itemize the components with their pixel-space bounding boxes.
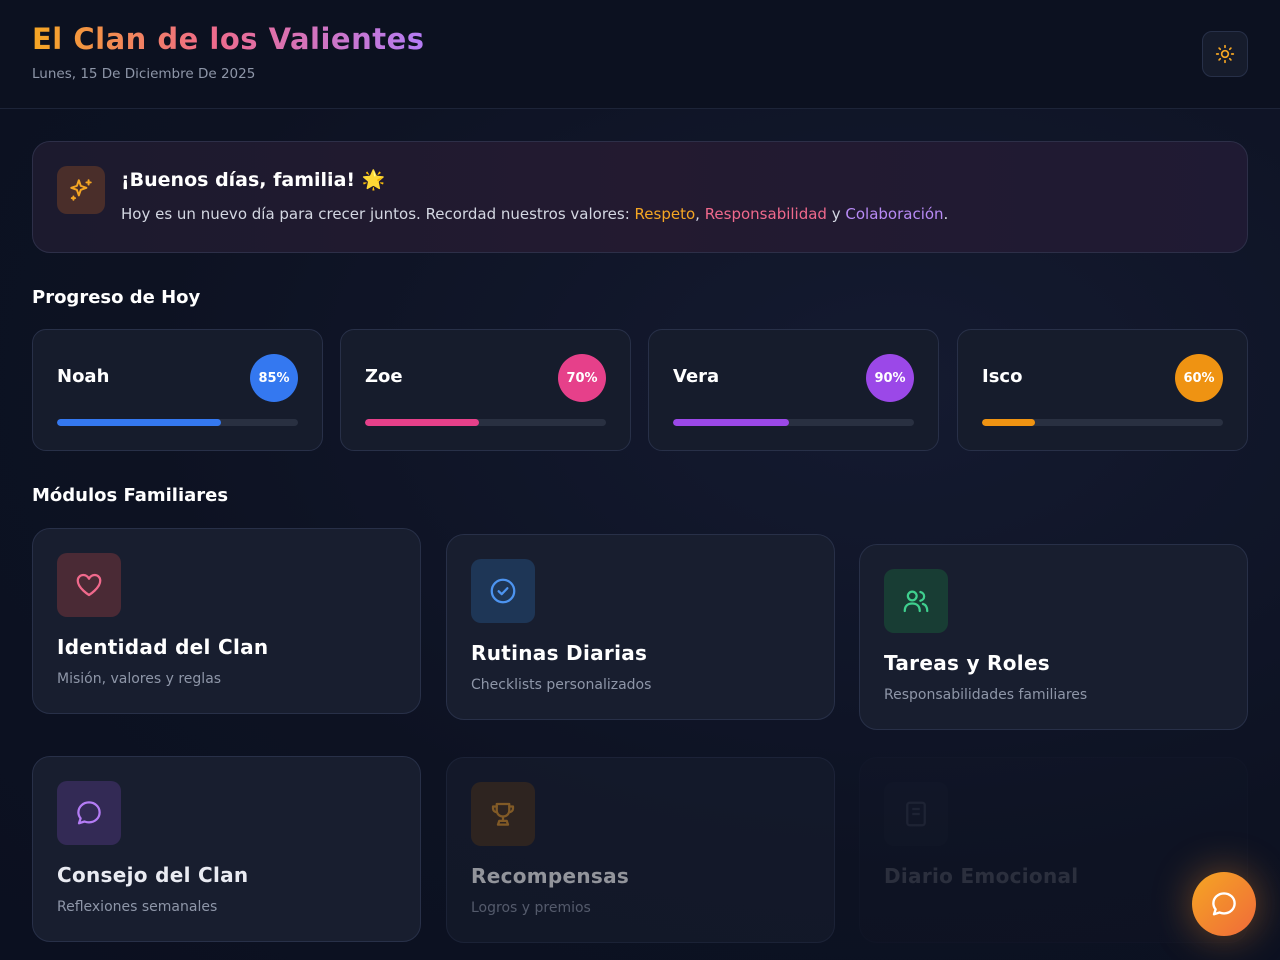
progress-track [673, 419, 914, 426]
module-title: Recompensas [471, 864, 630, 888]
heart-icon [57, 553, 121, 617]
percent-badge: 60% [1175, 354, 1223, 402]
progress-section-title: Progreso de Hoy [32, 287, 201, 308]
module-card-tareas[interactable]: Tareas y Roles Responsabilidades familia… [859, 544, 1248, 730]
app-header: El Clan de los Valientes Lunes, 15 De Di… [0, 0, 1280, 109]
chat-bubble-icon [1212, 892, 1236, 916]
greeting-separator: y [826, 205, 846, 223]
sparkles-icon [57, 166, 105, 214]
module-subtitle: Reflexiones semanales [57, 899, 218, 915]
module-title: Identidad del Clan [57, 635, 269, 659]
progress-card-noah[interactable]: Noah 85% [32, 329, 323, 451]
module-card-identidad[interactable]: Identidad del Clan Misión, valores y reg… [32, 528, 421, 714]
module-title: Rutinas Diarias [471, 641, 648, 665]
value-responsabilidad: Responsabilidad [704, 205, 827, 223]
percent-badge: 85% [250, 354, 298, 402]
module-card-consejo[interactable]: Consejo del Clan Reflexiones semanales [32, 756, 421, 942]
module-subtitle: Logros y premios [471, 900, 591, 916]
progress-card-vera[interactable]: Vera 90% [648, 329, 939, 451]
greeting-banner: ¡Buenos días, familia! 🌟 Hoy es un nuevo… [32, 141, 1248, 253]
greeting-message: Hoy es un nuevo día para crecer juntos. … [121, 205, 948, 223]
journal-icon [884, 782, 948, 846]
progress-track [365, 419, 606, 426]
module-subtitle: Misión, valores y reglas [57, 671, 222, 687]
member-name: Vera [673, 366, 720, 387]
theme-toggle-button[interactable] [1202, 31, 1248, 77]
progress-fill [57, 419, 221, 426]
trophy-icon [471, 782, 535, 846]
modules-section-title: Módulos Familiares [32, 485, 229, 506]
greeting-text: Hoy es un nuevo día para crecer juntos. … [121, 205, 635, 223]
check-circle-icon [471, 559, 535, 623]
chat-fab-button[interactable] [1192, 872, 1256, 936]
percent-badge: 70% [558, 354, 606, 402]
percent-badge: 90% [866, 354, 914, 402]
module-card-rutinas[interactable]: Rutinas Diarias Checklists personalizado… [446, 534, 835, 720]
progress-fill [365, 419, 480, 426]
progress-track [57, 419, 298, 426]
progress-fill [673, 419, 789, 426]
member-name: Noah [57, 366, 110, 387]
current-date: Lunes, 15 De Diciembre De 2025 [32, 66, 256, 82]
progress-track [982, 419, 1223, 426]
chat-bubble-icon [57, 781, 121, 845]
greeting-separator: , [695, 205, 705, 223]
module-title: Consejo del Clan [57, 863, 249, 887]
progress-card-zoe[interactable]: Zoe 70% [340, 329, 631, 451]
module-title: Tareas y Roles [884, 651, 1051, 675]
greeting-end: . [943, 205, 949, 223]
users-icon [884, 569, 948, 633]
member-name: Zoe [365, 366, 403, 387]
greeting-title: ¡Buenos días, familia! 🌟 [121, 169, 386, 191]
progress-fill [982, 419, 1036, 426]
value-respeto: Respeto [634, 205, 696, 223]
module-subtitle: Responsabilidades familiares [884, 687, 1088, 703]
module-card-diario[interactable]: Diario Emocional [859, 757, 1248, 943]
sun-icon [1215, 44, 1235, 64]
module-card-recompensas[interactable]: Recompensas Logros y premios [446, 757, 835, 943]
progress-card-isco[interactable]: Isco 60% [957, 329, 1248, 451]
module-title: Diario Emocional [884, 864, 1079, 888]
member-name: Isco [982, 366, 1023, 387]
value-colaboracion: Colaboración [845, 205, 944, 223]
app-title: El Clan de los Valientes [32, 22, 425, 56]
module-subtitle: Checklists personalizados [471, 677, 652, 693]
